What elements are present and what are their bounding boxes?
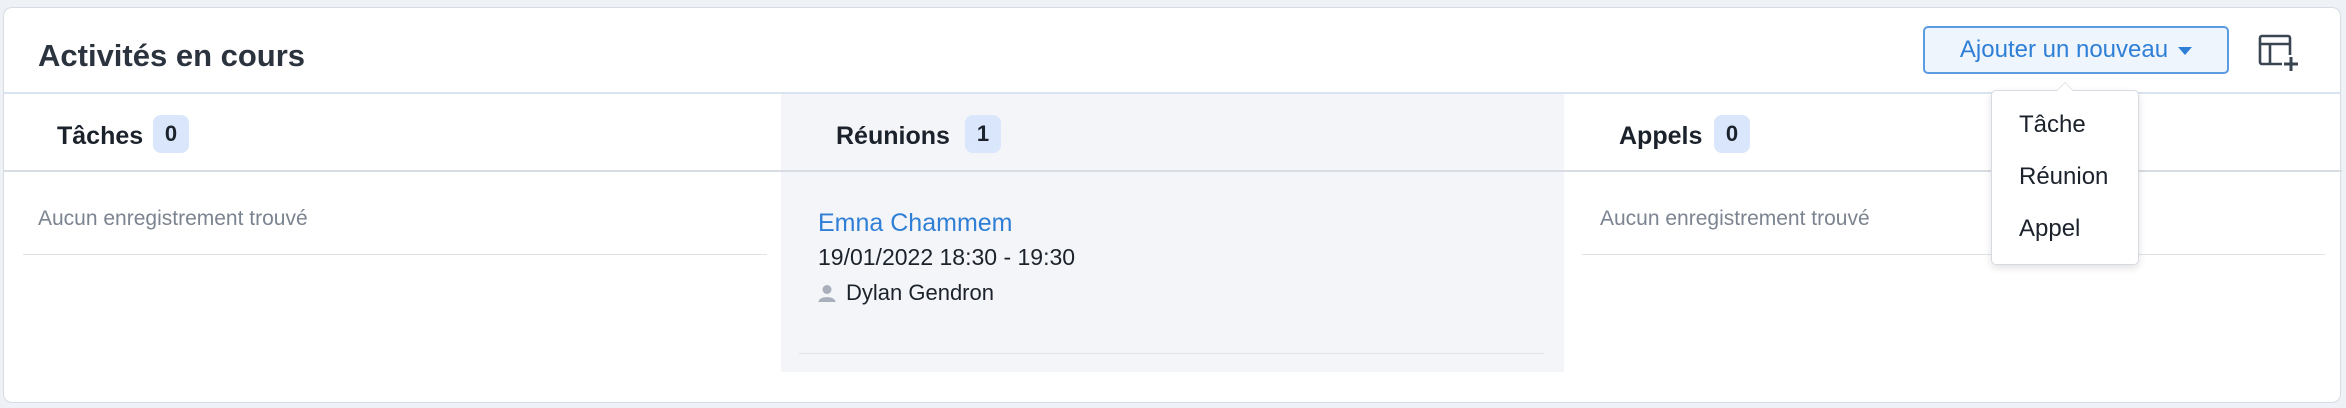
layout-add-icon[interactable] <box>2258 33 2300 73</box>
column-header: Appels 0 <box>1564 94 2342 172</box>
panel-header: Activités en cours Ajouter un nouveau <box>4 8 2340 94</box>
column-meetings: Réunions 1 Emna Chammem 19/01/2022 18:30… <box>781 94 1564 372</box>
panel-title: Activités en cours <box>38 38 306 73</box>
row-divider <box>1582 254 2325 255</box>
row-divider <box>799 353 1544 354</box>
column-header: Réunions 1 <box>781 94 1564 172</box>
column-calls: Appels 0 Aucun enregistrement trouvé <box>1564 94 2342 372</box>
record-assigned-user: Dylan Gendron <box>818 280 994 306</box>
count-badge: 1 <box>965 115 1001 153</box>
row-divider <box>23 254 767 255</box>
record-datetime: 19/01/2022 18:30 - 19:30 <box>818 244 1076 270</box>
add-new-dropdown-menu: Tâche Réunion Appel <box>1991 82 2139 265</box>
activities-panel: Activités en cours Ajouter un nouveau Tâ… <box>3 7 2342 403</box>
count-badge: 0 <box>1714 115 1750 153</box>
column-tasks: Tâches 0 Aucun enregistrement trouvé <box>4 94 781 372</box>
empty-message: Aucun enregistrement trouvé <box>1600 207 1870 230</box>
menu-item-call[interactable]: Appel <box>2019 215 2080 243</box>
count-badge: 0 <box>153 115 189 153</box>
menu-item-task[interactable]: Tâche <box>2019 111 2086 139</box>
record-name-link[interactable]: Emna Chammem <box>818 209 1013 238</box>
add-new-button-label: Ajouter un nouveau <box>1959 36 2169 63</box>
menu-item-meeting[interactable]: Réunion <box>2019 163 2108 191</box>
caret-down-icon <box>2178 47 2193 55</box>
column-title: Appels <box>1619 122 1703 150</box>
column-title: Réunions <box>836 122 950 150</box>
add-new-button[interactable]: Ajouter un nouveau <box>1923 26 2229 74</box>
column-header: Tâches 0 <box>4 94 781 172</box>
column-title: Tâches <box>57 122 144 150</box>
user-icon <box>818 285 836 302</box>
assigned-user-name: Dylan Gendron <box>846 280 994 305</box>
empty-message: Aucun enregistrement trouvé <box>38 207 308 230</box>
